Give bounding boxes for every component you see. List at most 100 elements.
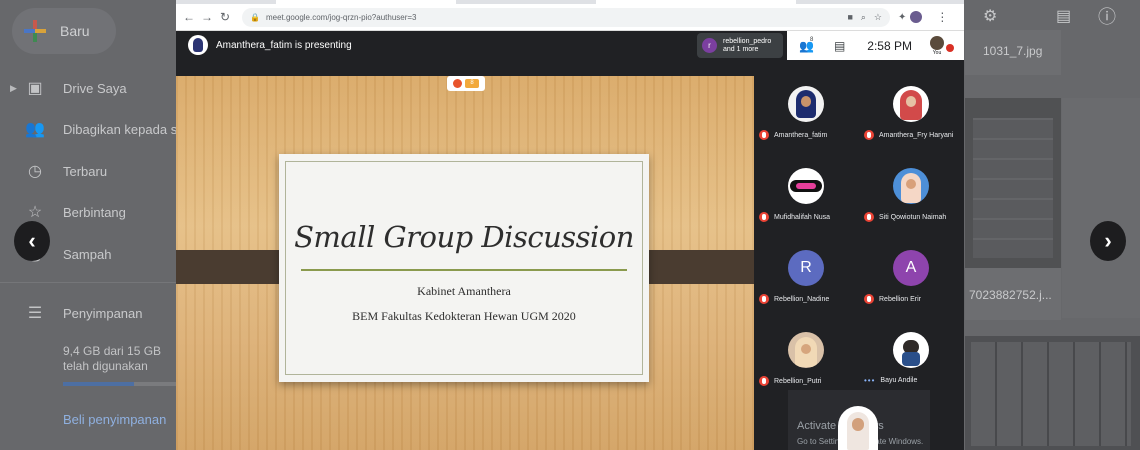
slide-band-right bbox=[636, 250, 754, 284]
self-view-avatar bbox=[838, 406, 878, 450]
chevron-left-icon: ‹ bbox=[28, 228, 36, 253]
file-tile[interactable] bbox=[1062, 98, 1140, 318]
sidebar-item-label: Penyimpanan bbox=[63, 305, 143, 321]
buy-storage-link[interactable]: Beli penyimpanan bbox=[63, 412, 166, 427]
sidebar-item-label: Terbaru bbox=[63, 163, 108, 179]
screen: Baru ▶ ▣ Drive Saya 👥 Dibagikan kepada s… bbox=[0, 0, 1140, 450]
file-tile[interactable]: 7023882752.j... bbox=[965, 268, 1061, 320]
participant-tile[interactable]: Amanthera_fatim bbox=[754, 66, 859, 148]
participant-avatar bbox=[788, 86, 824, 122]
slide-subtitle-1: Kabinet Amanthera bbox=[417, 284, 511, 298]
settings-icon[interactable]: ⚙ bbox=[983, 6, 997, 26]
participant-avatar bbox=[893, 86, 929, 122]
participant-name: Bayu Andile bbox=[880, 377, 918, 384]
participant-avatar: R bbox=[788, 250, 824, 286]
sidebar-item-recent[interactable]: ◷ Terbaru bbox=[0, 156, 176, 186]
participant-name: Amanthera_fatim bbox=[774, 131, 828, 139]
zoom-icon[interactable]: ⌕ bbox=[861, 12, 866, 23]
participant-count: 8 bbox=[810, 36, 814, 43]
mic-off-icon bbox=[759, 212, 769, 222]
list-view-icon[interactable]: ▤ bbox=[1056, 6, 1071, 26]
participant-name: Rebellion Erir bbox=[879, 295, 922, 303]
slide-card: Small Group Discussion Kabinet Amanthera… bbox=[279, 154, 649, 382]
sidebar-item-label: Berbintang bbox=[63, 204, 126, 220]
new-button-label: Baru bbox=[60, 23, 90, 39]
camera-icon[interactable]: ■ bbox=[847, 12, 852, 22]
clock-time: 2:58 PM bbox=[867, 38, 912, 53]
slide-subtitle-2: BEM Fakultas Kedokteran Hewan UGM 2020 bbox=[352, 309, 576, 323]
drive-icon: ▣ bbox=[27, 80, 43, 97]
participant-label: Siti Qowiotun Naimah bbox=[864, 212, 946, 222]
people-icon[interactable]: 👥 8 bbox=[799, 36, 814, 53]
participant-tile[interactable]: Amanthera_Fry Haryani bbox=[859, 66, 964, 148]
profile-avatar[interactable] bbox=[910, 11, 923, 23]
lock-icon: 🔒 bbox=[250, 12, 260, 22]
star-icon: ☆ bbox=[27, 204, 43, 221]
heart-icon bbox=[453, 79, 462, 88]
chat-icon[interactable]: ▤ bbox=[834, 39, 845, 53]
bookmark-star-icon[interactable]: ☆ bbox=[874, 12, 882, 23]
info-icon[interactable]: ⓘ bbox=[1098, 6, 1116, 27]
participant-initial-avatar: r bbox=[702, 38, 717, 53]
participant-label: ••• Bayu Andile bbox=[864, 376, 917, 385]
pinned-participants-pill[interactable]: r rebellion_pedro and 1 more bbox=[697, 33, 783, 58]
chevron-right-icon: › bbox=[1104, 228, 1112, 253]
sidebar-item-storage[interactable]: ☰ Penyimpanan bbox=[0, 298, 176, 328]
participant-label: Amanthera_fatim bbox=[759, 130, 827, 140]
file-tile[interactable]: 1031_7.jpg bbox=[965, 30, 1061, 75]
extensions-icon[interactable]: ✦ bbox=[898, 12, 906, 23]
pill-line-2: and 1 more bbox=[723, 45, 759, 53]
back-icon[interactable]: ← bbox=[180, 10, 198, 24]
next-arrow-button[interactable]: › bbox=[1090, 221, 1126, 261]
new-button[interactable]: Baru bbox=[12, 8, 116, 54]
file-thumbnail[interactable] bbox=[965, 336, 1140, 450]
meet-header: Amanthera_fatim is presenting r rebellio… bbox=[176, 31, 964, 60]
participant-name: Rebellion_Putri bbox=[774, 377, 822, 385]
participant-tile[interactable]: R Rebellion_Nadine bbox=[754, 230, 859, 312]
storage-progress-bar bbox=[63, 382, 176, 386]
participant-label: Rebellion Erir bbox=[864, 294, 921, 304]
mic-off-icon bbox=[759, 130, 769, 140]
participant-tile[interactable]: Rebellion_Putri bbox=[754, 312, 859, 394]
mic-off-icon bbox=[864, 212, 874, 222]
divider bbox=[0, 282, 176, 283]
file-name: 7023882752.j... bbox=[969, 288, 1052, 302]
you-label: You bbox=[932, 49, 942, 56]
address-bar: ← → ↻ 🔒 meet.google.com/jog-qrzn-pio?aut… bbox=[176, 4, 964, 31]
caret-right-icon[interactable]: ▶ bbox=[10, 83, 17, 94]
participant-tile[interactable]: Mufidhalifah Nusa bbox=[754, 148, 859, 230]
file-thumbnail[interactable] bbox=[965, 98, 1061, 268]
presentation-stage: 8 Small Group Discussion Kabinet Amanthe… bbox=[176, 76, 754, 450]
url-input[interactable]: 🔒 meet.google.com/jog-qrzn-pio?authuser=… bbox=[242, 7, 890, 27]
reload-icon[interactable]: ↻ bbox=[216, 10, 234, 24]
participant-label: Mufidhalifah Nusa bbox=[759, 212, 830, 222]
slide-band-left bbox=[176, 250, 294, 284]
self-avatar bbox=[930, 35, 944, 50]
participant-tile[interactable]: Siti Qowiotun Naimah bbox=[859, 148, 964, 230]
file-name: 1031_7.jpg bbox=[983, 44, 1043, 58]
self-tile-mini[interactable]: You bbox=[930, 35, 954, 56]
participant-label: Amanthera_Fry Haryani bbox=[864, 130, 953, 140]
more-menu-icon[interactable]: ⋮ bbox=[936, 10, 948, 24]
reaction-count: 8 bbox=[465, 79, 479, 88]
participant-grid: Amanthera_fatim Amanthera_Fry Haryani Mufi… bbox=[754, 60, 964, 390]
sidebar-item-shared[interactable]: 👥 Dibagikan kepada saya bbox=[0, 114, 198, 144]
presenting-text: Amanthera_fatim is presenting bbox=[216, 39, 352, 51]
participant-avatar bbox=[788, 168, 824, 204]
thumbnail-image bbox=[973, 118, 1053, 258]
participant-tile[interactable]: A Rebellion Erir bbox=[859, 230, 964, 312]
pill-line-1: rebellion_pedro bbox=[723, 37, 772, 45]
participant-tile[interactable]: ••• Bayu Andile bbox=[859, 312, 964, 394]
people-icon: 👥 bbox=[25, 121, 45, 138]
grid-spacer bbox=[754, 390, 788, 450]
presenter-avatar bbox=[188, 35, 208, 55]
speaking-dots-icon: ••• bbox=[864, 376, 876, 385]
participant-name: Mufidhalifah Nusa bbox=[774, 213, 831, 221]
sidebar-item-label: Drive Saya bbox=[63, 80, 127, 96]
sidebar-item-my-drive[interactable]: ▶ ▣ Drive Saya bbox=[0, 73, 176, 103]
forward-icon[interactable]: → bbox=[198, 10, 216, 24]
storage-usage-text: 9,4 GB dari 15 GB telah digunakan bbox=[63, 344, 162, 373]
plus-icon bbox=[24, 20, 46, 42]
mic-off-icon bbox=[759, 376, 769, 386]
previous-arrow-button[interactable]: ‹ bbox=[14, 221, 50, 261]
